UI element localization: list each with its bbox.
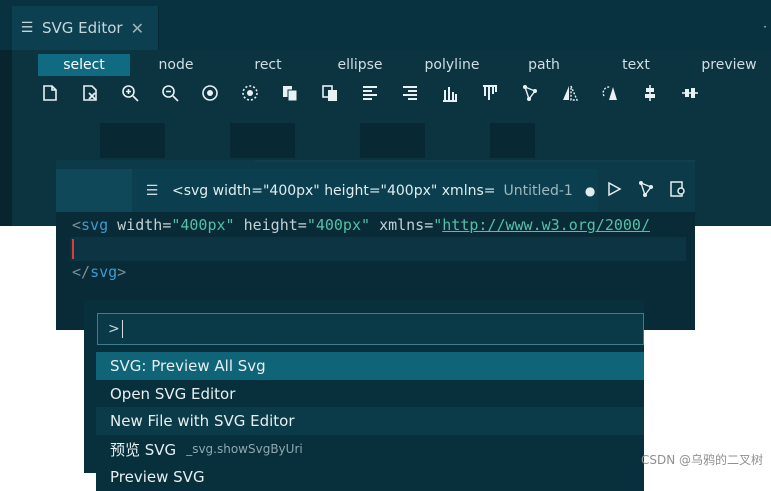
token-bracket: </ xyxy=(72,263,91,281)
editor-tab-inactive[interactable] xyxy=(56,169,132,212)
code-line-1[interactable]: <svg width="400px" height="400px" xmlns=… xyxy=(72,213,684,237)
token-url[interactable]: http://www.w3.org/2000/ xyxy=(442,216,650,234)
mode-tab-text[interactable]: text xyxy=(600,54,672,76)
zoom-fit-icon[interactable] xyxy=(196,81,224,105)
toolbar xyxy=(30,81,770,107)
mode-tabs: select node rect ellipse polyline path t… xyxy=(0,54,771,77)
watermark: CSDN @乌鸦的二叉树 xyxy=(640,453,763,467)
palette-item-label: Preview SVG xyxy=(110,468,205,486)
menu-lines-icon: ☰ xyxy=(20,20,34,36)
zoom-in-icon[interactable] xyxy=(116,81,144,105)
mode-tab-preview[interactable]: preview xyxy=(690,54,768,76)
zoom-out-icon[interactable] xyxy=(156,81,184,105)
editor-tab-filename: Untitled-1 xyxy=(503,182,573,199)
run-icon[interactable] xyxy=(598,181,630,201)
new-file-icon[interactable] xyxy=(36,81,64,105)
token-attr: height xyxy=(243,216,298,234)
palette-item-command-id: _svg.showSvgByUri xyxy=(186,442,303,456)
token-quote: " xyxy=(433,216,443,234)
token-tag: svg xyxy=(90,263,118,281)
palette-item-label: Open SVG Editor xyxy=(110,385,236,403)
palette-item-new-file-svg-editor[interactable]: New File with SVG Editor xyxy=(96,407,644,435)
tab-svg-editor[interactable]: ☰ SVG Editor ✕ xyxy=(12,6,159,50)
delete-file-icon[interactable] xyxy=(76,81,104,105)
zoom-select-icon[interactable] xyxy=(236,81,264,105)
palette-item-preview-svg-cn[interactable]: 预览 SVG _svg.showSvgByUri xyxy=(96,435,644,463)
token-string: "400px" xyxy=(171,216,235,234)
command-palette-input[interactable]: > xyxy=(97,313,644,345)
distribute-vertical-icon[interactable] xyxy=(636,81,664,105)
menu-lines-icon: ☰ xyxy=(145,182,159,199)
node-graph-icon[interactable] xyxy=(516,81,544,105)
palette-item-label: SVG: Preview All Svg xyxy=(110,357,266,375)
mode-tab-path[interactable]: path xyxy=(508,54,580,76)
editor-tab-active[interactable]: ☰ <svg width="400px" height="400px" xmln… xyxy=(132,169,598,212)
code-line-3[interactable]: </svg> xyxy=(72,260,126,284)
input-value: > xyxy=(108,321,120,337)
token-attr: xmlns xyxy=(379,216,425,234)
placeholder-block xyxy=(230,123,295,158)
unsaved-dot-icon: ● xyxy=(584,183,596,198)
token-tag: svg xyxy=(81,216,109,234)
text-caret xyxy=(72,239,74,259)
palette-item-label: 预览 SVG xyxy=(110,440,177,459)
node-graph-icon[interactable] xyxy=(630,180,662,202)
mode-tab-rect[interactable]: rect xyxy=(232,54,304,76)
open-preview-icon[interactable] xyxy=(662,180,694,202)
input-cursor xyxy=(121,320,123,338)
align-bottom-icon[interactable] xyxy=(436,81,464,105)
mode-tab-polyline[interactable]: polyline xyxy=(414,54,490,76)
more-icon[interactable]: · xyxy=(763,20,767,34)
palette-item-label: New File with SVG Editor xyxy=(110,412,295,430)
palette-item-preview-svg[interactable]: Preview SVG xyxy=(96,463,644,491)
duplicate-icon[interactable] xyxy=(316,81,344,105)
tab-title: SVG Editor xyxy=(42,19,123,37)
copy-icon[interactable] xyxy=(276,81,304,105)
align-right-icon[interactable] xyxy=(396,81,424,105)
palette-item-open-svg-editor[interactable]: Open SVG Editor xyxy=(96,380,644,408)
editor-actions xyxy=(598,169,695,212)
rotate-icon[interactable] xyxy=(596,81,624,105)
flip-vertical-icon[interactable] xyxy=(556,81,584,105)
align-top-icon[interactable] xyxy=(476,81,504,105)
divider xyxy=(255,160,695,162)
token-attr: width xyxy=(117,216,163,234)
placeholder-block xyxy=(490,123,535,158)
mode-tab-ellipse[interactable]: ellipse xyxy=(322,54,398,76)
mode-tab-select[interactable]: select xyxy=(38,54,130,76)
token-bracket: > xyxy=(117,263,127,281)
close-icon[interactable]: ✕ xyxy=(131,19,144,38)
placeholder-block xyxy=(100,123,165,158)
distribute-horizontal-icon[interactable] xyxy=(676,81,704,105)
editor-tab-title: <svg width="400px" height="400px" xmlns= xyxy=(172,182,496,199)
token-string: "400px" xyxy=(306,216,371,234)
palette-item-preview-all-svg[interactable]: SVG: Preview All Svg xyxy=(96,352,644,380)
placeholder-block xyxy=(360,123,425,158)
mode-tab-node[interactable]: node xyxy=(140,54,212,76)
token-bracket: < xyxy=(72,216,82,234)
align-left-icon[interactable] xyxy=(356,81,384,105)
code-line-2-current[interactable] xyxy=(70,237,686,261)
